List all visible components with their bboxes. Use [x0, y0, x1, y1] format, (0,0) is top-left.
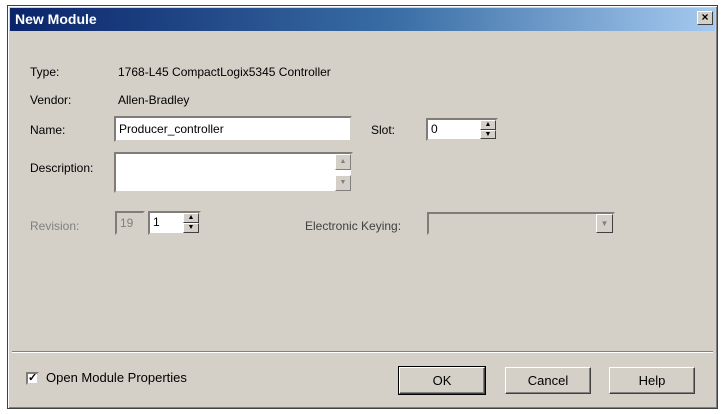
- new-module-dialog: New Module × Type: 1768-L45 CompactLogix…: [7, 5, 718, 409]
- electronic-keying-label: Electronic Keying:: [305, 219, 402, 233]
- revision-major-value: 19: [120, 216, 134, 230]
- revision-minor-spinner[interactable]: 1 ▲ ▼: [148, 211, 201, 235]
- cancel-button[interactable]: Cancel: [505, 367, 591, 394]
- close-button[interactable]: ×: [697, 11, 713, 25]
- revision-label: Revision:: [30, 219, 80, 233]
- slot-down-button[interactable]: ▼: [480, 129, 496, 139]
- spin-down-icon: ▼: [187, 224, 195, 231]
- close-icon: ×: [701, 10, 709, 24]
- ok-button[interactable]: OK: [398, 366, 486, 395]
- spin-up-icon: ▲: [484, 121, 492, 128]
- description-input[interactable]: ▲ ▼: [114, 152, 353, 193]
- revision-down-button[interactable]: ▼: [183, 223, 199, 233]
- slot-up-button[interactable]: ▲: [480, 120, 496, 130]
- keying-dropdown-button[interactable]: ▼: [596, 214, 613, 233]
- name-input[interactable]: Producer_controller: [114, 116, 352, 142]
- slot-spinner[interactable]: 0 ▲ ▼: [426, 118, 498, 141]
- slot-label: Slot:: [371, 123, 396, 137]
- chevron-down-icon: ▼: [600, 219, 609, 228]
- open-module-properties-label[interactable]: Open Module Properties: [46, 370, 187, 385]
- scroll-down-icon: ▼: [339, 179, 347, 186]
- revision-minor-value: 1: [153, 215, 160, 229]
- type-label: Type:: [30, 65, 60, 79]
- cancel-button-label: Cancel: [527, 373, 569, 388]
- checkmark-icon: ✓: [28, 372, 38, 384]
- slot-value: 0: [431, 122, 438, 136]
- vendor-label: Vendor:: [30, 93, 72, 107]
- scroll-up-icon: ▲: [339, 158, 347, 165]
- description-scroll-up[interactable]: ▲: [335, 154, 351, 170]
- slot-spin-buttons: ▲ ▼: [480, 120, 496, 139]
- description-label: Description:: [30, 161, 94, 175]
- type-value: 1768-L45 CompactLogix5345 Controller: [118, 65, 331, 79]
- spin-down-icon: ▼: [484, 130, 492, 138]
- help-button[interactable]: Help: [609, 367, 695, 394]
- revision-spin-buttons: ▲ ▼: [183, 213, 199, 233]
- revision-major-field: 19: [115, 211, 145, 235]
- name-label: Name:: [30, 123, 66, 137]
- open-module-properties-checkbox[interactable]: ✓: [26, 372, 39, 385]
- title-bar[interactable]: New Module ×: [10, 8, 715, 31]
- electronic-keying-select[interactable]: ▼: [427, 212, 615, 235]
- footer-divider: [12, 351, 713, 353]
- description-scroll-down[interactable]: ▼: [335, 175, 351, 191]
- help-button-label: Help: [638, 373, 666, 388]
- ok-button-label: OK: [432, 373, 452, 388]
- revision-up-button[interactable]: ▲: [183, 213, 199, 223]
- vendor-value: Allen-Bradley: [118, 93, 190, 107]
- window-title: New Module: [15, 11, 97, 27]
- name-input-value: Producer_controller: [119, 122, 224, 136]
- spin-up-icon: ▲: [187, 214, 195, 221]
